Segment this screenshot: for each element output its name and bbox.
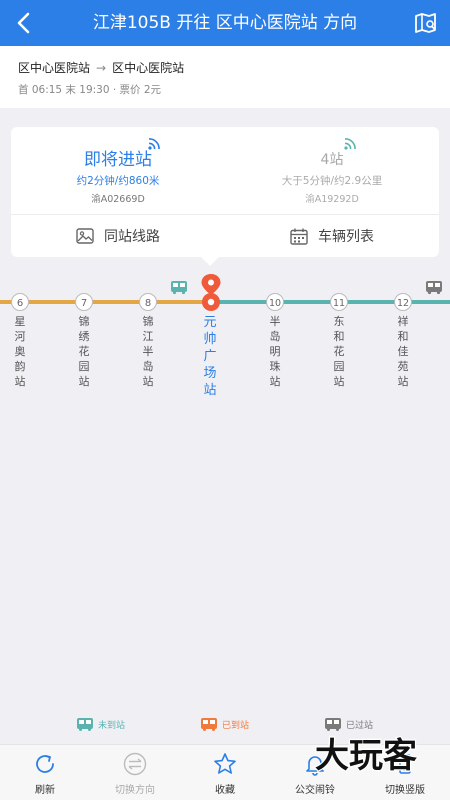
second-bus-info[interactable]: 4站 大于5分钟/约2.9公里 渝A19292D: [225, 127, 439, 213]
next-bus-detail: 约2分钟/约860米: [76, 175, 160, 187]
bus-icon[interactable]: [426, 281, 442, 295]
favorite-label: 收藏: [215, 785, 235, 796]
station-number: 8: [145, 298, 151, 309]
second-bus-status: 4站: [320, 152, 344, 168]
next-bus-info[interactable]: 即将进站 约2分钟/约860米 渝A02669D: [11, 127, 225, 213]
star-icon: [214, 753, 236, 774]
station-number: 12: [397, 298, 409, 309]
station-node[interactable]: 11: [330, 293, 348, 311]
station-number: 7: [81, 298, 87, 309]
station-number: 11: [333, 298, 345, 309]
same-station-lines-button[interactable]: 同站线路: [11, 215, 225, 257]
top-bar: 江津105B 开往 区中心医院站 方向: [0, 0, 450, 46]
line-diagram[interactable]: 6 7 8 10 11 12 星河奥韵站 锦绣花园站 锦江半岛站 元帅广场站 半…: [0, 266, 450, 706]
station-name[interactable]: 东和花园站: [331, 314, 347, 389]
realtime-signal-icon: [344, 138, 356, 150]
realtime-signal-icon: [148, 138, 160, 150]
route-info: 区中心医院站 → 区中心医院站 首 06:15 末 19:30 · 票价 2元: [0, 46, 450, 108]
station-name[interactable]: 星河奥韵站: [12, 314, 28, 389]
route-start: 区中心医院站: [18, 61, 91, 75]
second-bus-plate: 渝A19292D: [305, 194, 359, 205]
route-schedule: 首 06:15 末 19:30 · 票价 2元: [18, 84, 162, 96]
route-arrow: →: [96, 61, 107, 75]
vehicle-list-button[interactable]: 车辆列表: [225, 215, 439, 257]
station-number: 10: [269, 298, 281, 309]
station-name[interactable]: 祥和佳苑站: [395, 314, 411, 389]
station-number: 6: [17, 298, 23, 309]
arrival-card: 即将进站 约2分钟/约860米 渝A02669D 4站 大于5分钟/约2.9公里…: [11, 127, 439, 257]
route-end: 区中心医院站: [112, 61, 185, 75]
station-node[interactable]: 10: [266, 293, 284, 311]
refresh-label: 刷新: [35, 785, 55, 796]
image-icon: [76, 228, 94, 244]
current-station-name[interactable]: 元帅广场站: [202, 314, 218, 399]
bus-icon: [325, 718, 341, 731]
station-node[interactable]: 6: [11, 293, 29, 311]
card-pointer: [201, 257, 219, 266]
refresh-icon: [36, 755, 54, 773]
station-name[interactable]: 锦绣花园站: [76, 314, 92, 389]
bus-icon: [77, 718, 93, 731]
line-track: 6 7 8 10 11 12: [0, 274, 450, 311]
legend-arrived-label: 已到站: [222, 721, 250, 731]
next-bus-plate: 渝A02669D: [91, 194, 145, 205]
refresh-button[interactable]: 刷新: [0, 745, 90, 800]
swap-icon: [123, 752, 147, 776]
legend-not-arrived: 未到站: [77, 718, 125, 731]
current-station-marker[interactable]: [201, 274, 221, 311]
calendar-icon: [290, 228, 308, 245]
station-node[interactable]: 12: [394, 293, 412, 311]
vehicle-list-label: 车辆列表: [318, 229, 374, 245]
station-name[interactable]: 半岛明珠站: [267, 314, 283, 389]
route-endpoints: 区中心医院站 → 区中心医院站: [18, 59, 184, 76]
station-node[interactable]: 8: [139, 293, 157, 311]
legend-passed-label: 已过站: [346, 721, 374, 731]
next-bus-status: 即将进站: [84, 150, 152, 170]
bus-alarm-label: 公交闹铃: [295, 785, 335, 796]
legend-passed: 已过站: [325, 718, 373, 731]
watermark-logo: 大玩客: [314, 735, 419, 776]
switch-direction-button[interactable]: 切换方向: [90, 745, 180, 800]
legend-not-arrived-label: 未到站: [98, 721, 126, 731]
station-node[interactable]: 7: [75, 293, 93, 311]
station-name[interactable]: 锦江半岛站: [140, 314, 156, 389]
watermark-text: 大玩客: [315, 736, 417, 776]
back-arrow-icon[interactable]: [12, 10, 36, 36]
map-icon[interactable]: [414, 12, 438, 34]
switch-direction-label: 切换方向: [115, 785, 155, 796]
bus-icon: [201, 718, 217, 731]
favorite-button[interactable]: 收藏: [180, 745, 270, 800]
switch-vertical-label: 切换竖版: [385, 785, 425, 796]
same-station-lines-label: 同站线路: [104, 229, 160, 245]
page-title: 江津105B 开往 区中心医院站 方向: [92, 13, 358, 33]
bus-icon[interactable]: [171, 281, 187, 295]
passed-segment: [0, 300, 211, 304]
legend-arrived: 已到站: [201, 718, 249, 731]
second-bus-detail: 大于5分钟/约2.9公里: [281, 175, 383, 187]
